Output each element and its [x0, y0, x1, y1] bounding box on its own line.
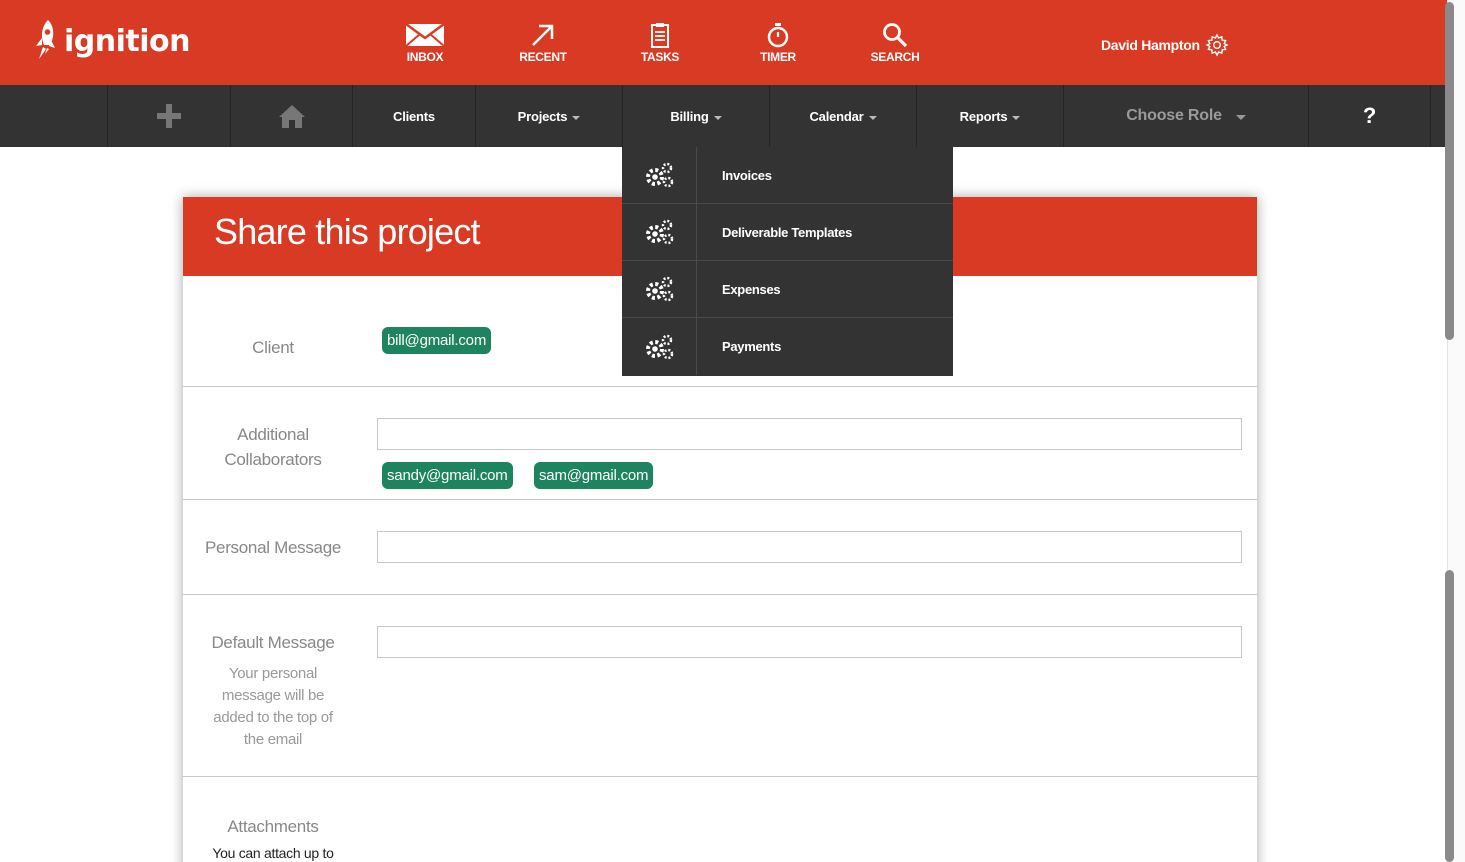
- client-tag[interactable]: bill@gmail.com: [382, 327, 492, 354]
- chevron-down-icon: [1012, 115, 1021, 120]
- menu-item-label: Payments: [722, 339, 782, 354]
- user-menu[interactable]: David Hampton: [1101, 33, 1229, 57]
- stopwatch-icon: [767, 23, 789, 48]
- chevron-down-icon: [868, 115, 877, 120]
- collaborators-row: Additional Collaborators sandy@gmail.com…: [183, 387, 1257, 500]
- menu-item-label: Deliverable Templates: [722, 224, 853, 240]
- home-button[interactable]: [230, 85, 352, 147]
- gear-icon[interactable]: [1205, 33, 1229, 57]
- nav-projects-label: Projects: [517, 108, 568, 124]
- top-nav-label: TASKS: [640, 50, 680, 64]
- menu-item-invoices[interactable]: Invoices: [622, 147, 953, 204]
- collaborators-label-line: Additional: [237, 425, 309, 444]
- envelope-icon: [405, 23, 445, 47]
- rocket-icon: [36, 20, 55, 59]
- collaborator-tag[interactable]: sam@gmail.com: [534, 462, 654, 489]
- add-button[interactable]: [107, 85, 230, 147]
- default-message-label: Default Message Your personal message wi…: [183, 630, 363, 751]
- personal-message-row: Personal Message: [183, 500, 1257, 595]
- user-name: David Hampton: [1101, 37, 1200, 53]
- collaborators-input[interactable]: [377, 418, 1242, 450]
- top-nav-label: RECENT: [519, 50, 567, 64]
- nav-reports-label: Reports: [959, 108, 1008, 124]
- gears-icon: [622, 318, 697, 375]
- attachments-row: Attachments You can attach up to: [183, 777, 1257, 862]
- chevron-down-icon: [713, 115, 722, 120]
- arrow-up-right-icon: [532, 24, 554, 46]
- personal-message-input[interactable]: [377, 531, 1242, 563]
- plus-icon: [157, 104, 181, 128]
- nav-clients-label: Clients: [393, 108, 435, 124]
- main-nav: Clients Projects Billing Calendar Report…: [0, 85, 1447, 147]
- top-nav-label: INBOX: [406, 50, 444, 64]
- help-button[interactable]: ?: [1308, 85, 1431, 147]
- attachments-label: Attachments: [227, 817, 319, 836]
- menu-item-label: Invoices: [722, 167, 772, 183]
- top-nav-inbox[interactable]: INBOX: [380, 20, 470, 64]
- nav-projects[interactable]: Projects: [475, 85, 622, 147]
- nav-reports[interactable]: Reports: [916, 85, 1063, 147]
- help-line: added to the top of: [213, 709, 333, 726]
- help-line: message will be: [221, 687, 325, 704]
- search-icon: [883, 23, 908, 48]
- help-line: Your personal: [228, 665, 318, 682]
- gears-icon: [622, 261, 697, 317]
- top-nav-timer[interactable]: TIMER: [733, 20, 823, 64]
- top-nav-label: TIMER: [760, 50, 796, 64]
- top-bar: ignition INBOX RECENT TASKS TIMER SEARCH…: [0, 0, 1447, 85]
- page-title: Share this project: [214, 210, 481, 252]
- help-line: the email: [243, 731, 303, 748]
- billing-dropdown-menu: Invoices Deliverable Templates Expenses …: [622, 147, 953, 376]
- top-nav-recent[interactable]: RECENT: [498, 20, 588, 64]
- scrollbar-thumb-upper[interactable]: [1445, 2, 1454, 340]
- client-label: Client: [252, 338, 294, 357]
- nav-calendar[interactable]: Calendar: [769, 85, 916, 147]
- menu-item-payments[interactable]: Payments: [622, 318, 953, 375]
- collaborators-label: Additional Collaborators: [183, 422, 363, 472]
- gears-icon: [622, 147, 697, 203]
- brand-logo[interactable]: ignition: [30, 18, 191, 64]
- collaborator-tag[interactable]: sandy@gmail.com: [382, 462, 513, 489]
- chevron-down-icon: [1235, 115, 1246, 120]
- default-message-help: Your personal message will be added to t…: [183, 663, 363, 751]
- collaborators-label-line: Collaborators: [224, 450, 322, 469]
- default-message-input[interactable]: [377, 626, 1242, 658]
- nav-billing-label: Billing: [670, 108, 709, 124]
- choose-role-label: Choose Role: [1126, 107, 1222, 124]
- nav-clients[interactable]: Clients: [352, 85, 475, 147]
- menu-item-label: Expenses: [722, 281, 781, 297]
- nav-calendar-label: Calendar: [809, 108, 864, 124]
- gears-icon: [622, 204, 697, 260]
- default-message-title: Default Message: [211, 633, 335, 652]
- home-icon: [278, 105, 305, 128]
- attachments-help: You can attach up to: [212, 845, 334, 861]
- top-nav-search[interactable]: SEARCH: [850, 20, 940, 64]
- clipboard-icon: [651, 23, 669, 48]
- chevron-down-icon: [572, 115, 581, 120]
- nav-billing[interactable]: Billing: [622, 85, 769, 147]
- default-message-row: Default Message Your personal message wi…: [183, 595, 1257, 777]
- brand-name: ignition: [64, 23, 191, 59]
- top-nav-tasks[interactable]: TASKS: [615, 20, 705, 64]
- help-label: ?: [1362, 103, 1377, 128]
- personal-message-label: Personal Message: [205, 538, 341, 557]
- choose-role-select[interactable]: Choose Role: [1063, 85, 1308, 147]
- menu-item-expenses[interactable]: Expenses: [622, 261, 953, 318]
- menu-item-deliverable-templates[interactable]: Deliverable Templates: [622, 204, 953, 261]
- scrollbar-thumb-lower[interactable]: [1445, 570, 1454, 862]
- top-nav-label: SEARCH: [870, 50, 920, 64]
